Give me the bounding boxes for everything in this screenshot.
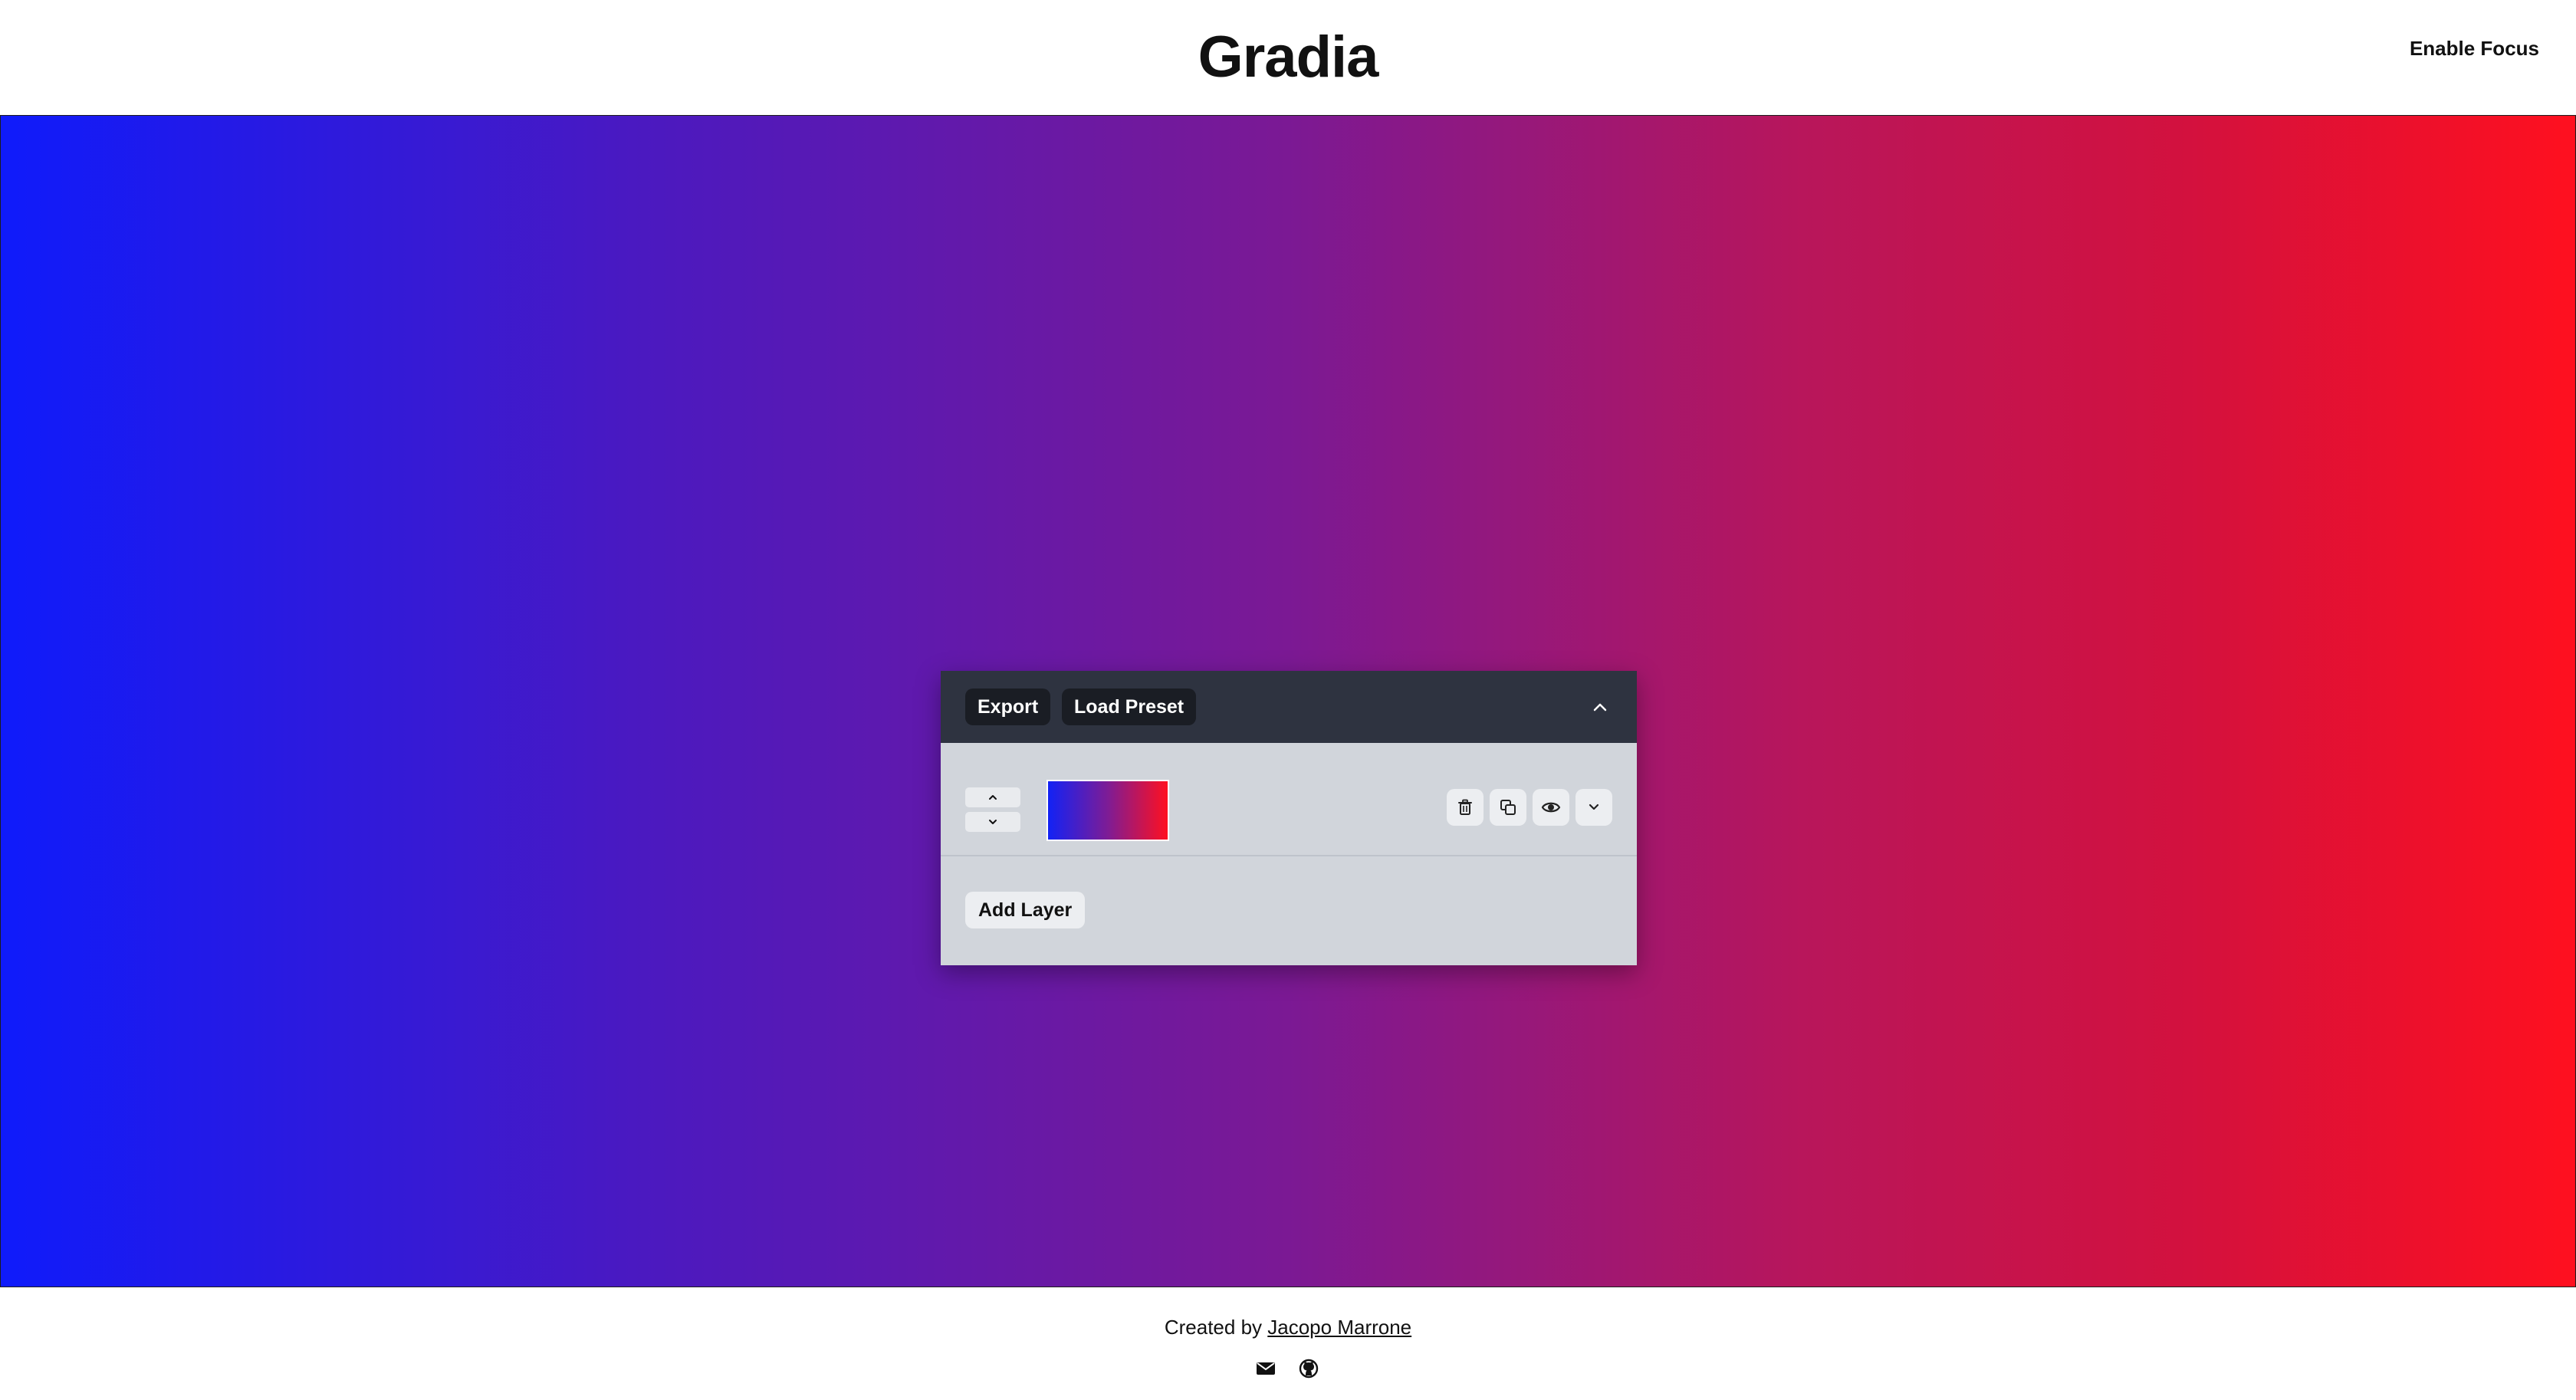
- header: Gradia Enable Focus: [0, 0, 2576, 115]
- layers-panel: Export Load Preset Add Layer: [941, 671, 1637, 965]
- github-icon[interactable]: [1297, 1357, 1320, 1380]
- load-preset-button[interactable]: Load Preset: [1062, 688, 1197, 725]
- add-layer-button[interactable]: Add Layer: [965, 892, 1086, 928]
- delete-layer-button[interactable]: [1447, 789, 1484, 826]
- credit-prefix: Created by: [1164, 1316, 1263, 1339]
- move-layer-up-button[interactable]: [965, 787, 1020, 807]
- author-link[interactable]: Jacopo Marrone: [1267, 1316, 1411, 1339]
- layer-gradient-swatch[interactable]: [1046, 780, 1169, 841]
- chevron-down-icon: [1589, 804, 1599, 810]
- export-button[interactable]: Export: [965, 688, 1051, 725]
- trash-icon: [1458, 799, 1472, 815]
- enable-focus-button[interactable]: Enable Focus: [2410, 37, 2539, 61]
- layer-row: [941, 743, 1637, 856]
- chevron-up-icon: [989, 795, 997, 800]
- panel-toolbar: Export Load Preset: [941, 671, 1637, 743]
- duplicate-icon: [1500, 800, 1516, 815]
- toggle-visibility-button[interactable]: [1533, 789, 1569, 826]
- credit-text: Created by Jacopo Marrone: [0, 1316, 2576, 1339]
- eye-icon: [1541, 802, 1561, 813]
- mail-icon[interactable]: [1254, 1357, 1277, 1380]
- gradient-canvas: Export Load Preset Add Layer: [0, 115, 2576, 1287]
- move-layer-down-button[interactable]: [965, 812, 1020, 832]
- app-title: Gradia: [1198, 25, 1379, 90]
- panel-body: Add Layer: [941, 743, 1637, 965]
- chevron-up-icon[interactable]: [1589, 696, 1611, 718]
- footer: Created by Jacopo Marrone: [0, 1288, 2576, 1400]
- duplicate-layer-button[interactable]: [1490, 789, 1526, 826]
- chevron-down-icon: [989, 820, 997, 824]
- expand-layer-button[interactable]: [1576, 789, 1612, 826]
